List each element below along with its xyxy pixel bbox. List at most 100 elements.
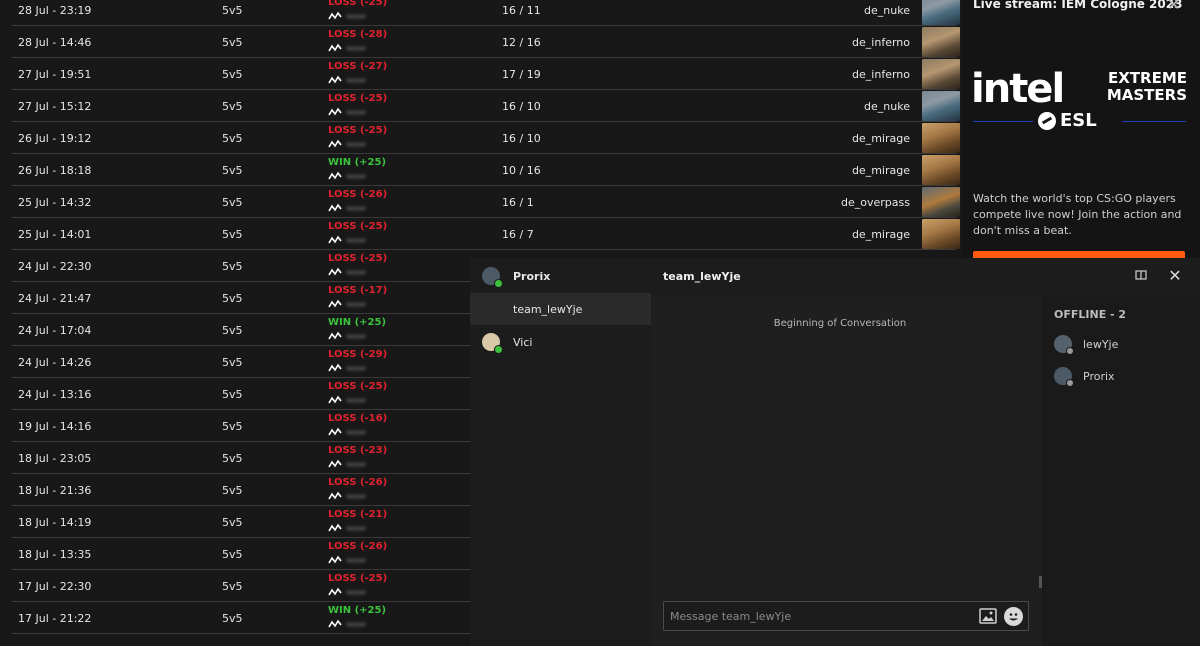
map-thumbnail [922, 187, 960, 217]
match-mode: 5v5 [222, 516, 243, 529]
trend-icon [328, 619, 342, 628]
rating-value [346, 622, 366, 627]
rating-value [346, 366, 366, 371]
member-name: lewYje [1083, 338, 1119, 351]
match-date: 18 Jul - 23:05 [18, 452, 92, 465]
trend-icon [328, 587, 342, 596]
match-score: 16 / 7 [502, 228, 534, 241]
offline-heading: OFFLINE - 2 [1054, 308, 1127, 321]
close-icon[interactable]: ✕ [1167, 0, 1180, 14]
conversation-item[interactable]: Vici [470, 326, 651, 358]
rating-value [346, 46, 366, 51]
status-dot [494, 279, 503, 288]
rating-value [346, 590, 366, 595]
match-map: de_nuke [864, 100, 910, 113]
match-row[interactable]: 27 Jul - 15:12 5v5 LOSS (-25) 16 / 10 de_nuk… [0, 90, 962, 122]
trend-icon [328, 523, 342, 532]
match-date: 17 Jul - 21:22 [18, 612, 92, 625]
member-item[interactable]: lewYje [1042, 330, 1200, 358]
chat-title: team_lewYje [663, 270, 741, 283]
match-row[interactable]: 26 Jul - 19:12 5v5 LOSS (-25) 16 / 10 de_mir… [0, 122, 962, 154]
match-result: LOSS (-25) [328, 0, 388, 8]
match-mode: 5v5 [222, 260, 243, 273]
popout-icon[interactable] [1131, 267, 1151, 287]
chat-header: team_lewYje ✕ [651, 258, 1200, 296]
match-result: LOSS (-17) [328, 285, 388, 296]
match-map: de_inferno [852, 68, 910, 81]
match-mode: 5v5 [222, 580, 243, 593]
conversation-name: team_lewYje [513, 303, 583, 316]
match-mode: 5v5 [222, 100, 243, 113]
match-row[interactable]: 25 Jul - 14:32 5v5 LOSS (-26) 16 / 1 de_over… [0, 186, 962, 218]
match-row[interactable]: 28 Jul - 14:46 5v5 LOSS (-28) 12 / 16 de_inf… [0, 26, 962, 58]
conversation-item[interactable]: team_lewYje [470, 293, 651, 325]
match-mode: 5v5 [222, 292, 243, 305]
match-date: 26 Jul - 18:18 [18, 164, 92, 177]
rating-value [346, 398, 366, 403]
promo-description: Watch the world's top CS:GO players comp… [973, 192, 1182, 237]
image-icon[interactable] [979, 608, 997, 624]
match-mode: 5v5 [222, 452, 243, 465]
match-date: 17 Jul - 22:30 [18, 580, 92, 593]
status-dot [1066, 347, 1074, 355]
match-date: 27 Jul - 19:51 [18, 68, 92, 81]
match-date: 24 Jul - 21:47 [18, 292, 92, 305]
conversation-start-label: Beginning of Conversation [773, 318, 907, 329]
match-row[interactable]: 25 Jul - 14:01 5v5 LOSS (-25) 16 / 7 de_mira… [0, 218, 962, 250]
trend-icon [328, 363, 342, 372]
trend-icon [328, 107, 342, 116]
trend-icon [328, 267, 342, 276]
match-result: LOSS (-25) [328, 573, 388, 584]
member-panel: OFFLINE - 2 lewYje Prorix [1042, 296, 1200, 646]
rating-value [346, 334, 366, 339]
match-date: 24 Jul - 13:16 [18, 388, 92, 401]
rating-value [346, 174, 366, 179]
message-input[interactable] [670, 608, 960, 624]
match-row[interactable]: 28 Jul - 23:19 5v5 LOSS (-25) 16 / 11 de_nuk… [0, 0, 962, 26]
match-mode: 5v5 [222, 4, 243, 17]
match-score: 16 / 10 [502, 132, 541, 145]
match-date: 24 Jul - 14:26 [18, 356, 92, 369]
match-map: de_mirage [851, 132, 910, 145]
trend-icon [328, 235, 342, 244]
match-result: LOSS (-25) [328, 253, 388, 264]
match-map: de_nuke [864, 4, 910, 17]
match-row[interactable]: 27 Jul - 19:51 5v5 LOSS (-27) 17 / 19 de_inf… [0, 58, 962, 90]
match-result: LOSS (-16) [328, 413, 388, 424]
chat-main: team_lewYje ✕ Beginning of Conversation … [651, 258, 1200, 646]
live-stream-promo: Live stream: IEM Cologne 2023 ✕ intel EX… [962, 0, 1200, 263]
member-item[interactable]: Prorix [1042, 362, 1200, 390]
close-icon[interactable]: ✕ [1165, 266, 1185, 286]
trend-icon [328, 43, 342, 52]
conversation-item[interactable]: Prorix [470, 260, 651, 292]
map-thumbnail [922, 27, 960, 57]
message-box [663, 601, 1029, 631]
match-mode: 5v5 [222, 196, 243, 209]
match-mode: 5v5 [222, 548, 243, 561]
match-mode: 5v5 [222, 228, 243, 241]
match-result: WIN (+25) [328, 317, 387, 328]
esl-logo: ESL [1038, 110, 1097, 131]
map-thumbnail [922, 123, 960, 153]
match-date: 27 Jul - 15:12 [18, 100, 92, 113]
trend-icon [328, 331, 342, 340]
map-thumbnail [922, 219, 960, 249]
match-result: LOSS (-25) [328, 93, 388, 104]
member-name: Prorix [1083, 370, 1115, 383]
trend-icon [328, 299, 342, 308]
match-result: LOSS (-25) [328, 381, 388, 392]
trend-icon [328, 459, 342, 468]
map-thumbnail [922, 0, 960, 25]
match-result: LOSS (-26) [328, 189, 388, 200]
trend-icon [328, 139, 342, 148]
match-result: LOSS (-25) [328, 221, 388, 232]
match-row[interactable]: 26 Jul - 18:18 5v5 WIN (+25) 10 / 16 de_mira… [0, 154, 962, 186]
map-thumbnail [922, 59, 960, 89]
match-date: 18 Jul - 14:19 [18, 516, 92, 529]
match-result: LOSS (-28) [328, 29, 388, 40]
match-score: 16 / 1 [502, 196, 534, 209]
match-date: 18 Jul - 21:36 [18, 484, 92, 497]
emoji-icon[interactable] [1004, 607, 1023, 626]
match-score: 16 / 10 [502, 100, 541, 113]
rating-value [346, 238, 366, 243]
